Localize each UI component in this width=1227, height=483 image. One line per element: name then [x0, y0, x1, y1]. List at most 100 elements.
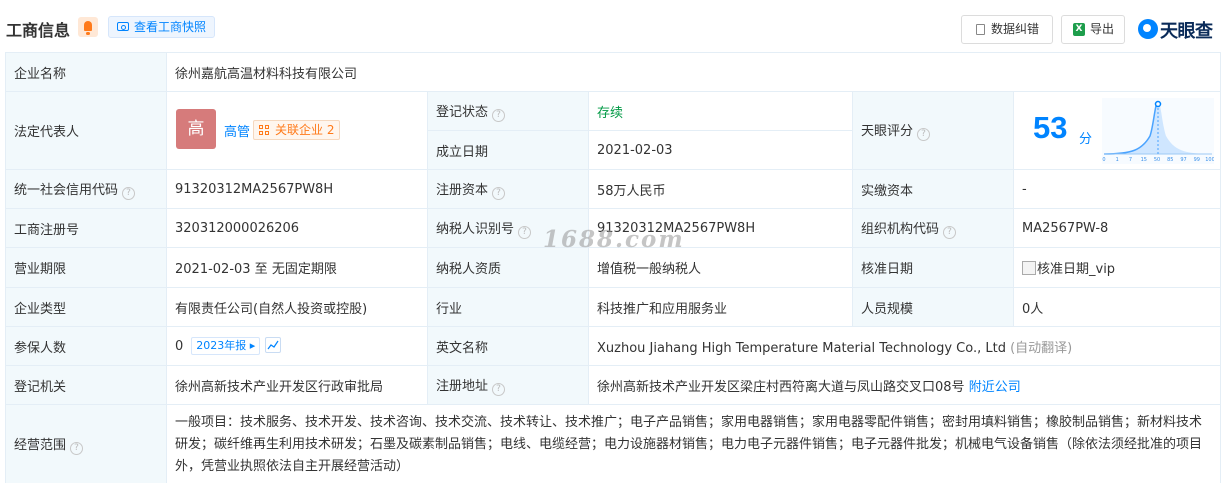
- english-name-text: Xuzhou Jiahang High Temperature Material…: [597, 340, 1006, 356]
- document-icon: [976, 24, 985, 35]
- score-axis-tick: 50: [1154, 157, 1160, 163]
- credit-code-value: 91320312MA2567PW8H: [166, 169, 428, 209]
- table-row: 工商注册号 320312000026206 纳税人识别号? 91320312MA…: [5, 208, 1222, 248]
- reg-capital-label: 注册资本?: [427, 169, 589, 209]
- nearby-companies-link[interactable]: 附近公司: [969, 380, 1021, 395]
- score-axis-tick: 15: [1141, 157, 1147, 163]
- reg-authority-label: 登记机关: [5, 365, 167, 405]
- reg-status-value: 存续: [588, 91, 853, 131]
- taxpayer-qual-label: 纳税人资质: [427, 247, 589, 288]
- company-name-value: 徐州嘉航高温材料科技有限公司: [165, 52, 1222, 92]
- export-button[interactable]: X 导出: [1061, 15, 1125, 44]
- reg-authority-value: 徐州高新技术产业开发区行政审批局: [166, 365, 428, 405]
- taxpayer-qual-value: 增值税一般纳税人: [588, 247, 853, 288]
- reg-address-value: 徐州高新技术产业开发区梁庄村西符离大道与凤山路交叉口08号 附近公司: [587, 365, 1222, 405]
- org-code-value: MA2567PW-8: [1012, 208, 1222, 248]
- score-axis-tick: 7: [1129, 157, 1132, 163]
- help-icon[interactable]: ?: [492, 186, 506, 200]
- approval-date-alt: 核准日期_vip: [1037, 262, 1116, 277]
- score-axis-tick: 0: [1102, 157, 1105, 163]
- legal-rep-cell: 高 高管 关联企业 2: [166, 91, 428, 170]
- taxpayer-id-label: 纳税人识别号?: [427, 208, 589, 248]
- table-row: 统一社会信用代码? 91320312MA2567PW8H 注册资本? 58万人民…: [5, 169, 1222, 209]
- view-snapshot-button[interactable]: 查看工商快照: [108, 16, 215, 38]
- score-axis-tick: 1: [1116, 157, 1119, 163]
- company-type-label: 企业类型: [5, 287, 167, 327]
- table-row: 经营范围? 一般项目：技术服务、技术开发、技术咨询、技术交流、技术转让、技术推广…: [5, 404, 1222, 483]
- snapshot-label: 查看工商快照: [134, 20, 207, 34]
- credit-code-label: 统一社会信用代码?: [5, 169, 167, 209]
- table-row: 登记机关 徐州高新技术产业开发区行政审批局 注册地址? 徐州高新技术产业开发区梁…: [5, 365, 1222, 405]
- help-icon[interactable]: ?: [122, 186, 136, 200]
- taxpayer-id-value: 91320312MA2567PW8H: [588, 208, 853, 248]
- scope-label: 经营范围?: [5, 404, 167, 483]
- table-row: 法定代表人 高 高管 关联企业 2 登记状态? 存续 天眼评分? 53 分 0 …: [5, 91, 1222, 170]
- term-label: 营业期限: [5, 247, 167, 288]
- staff-size-label: 人员规模: [852, 287, 1014, 327]
- company-type-value: 有限责任公司(自然人投资或控股): [166, 287, 428, 327]
- english-name-label: 英文名称: [427, 326, 589, 366]
- score-axis-tick: 97: [1180, 157, 1186, 163]
- reg-capital-value: 58万人民币: [588, 169, 853, 209]
- score-value: 53: [1033, 110, 1068, 145]
- table-row: 企业类型 有限责任公司(自然人投资或控股) 行业 科技推广和应用服务业 人员规模…: [5, 287, 1222, 327]
- help-icon[interactable]: ?: [518, 225, 532, 239]
- excel-icon: X: [1073, 23, 1085, 36]
- bell-icon[interactable]: [78, 17, 98, 37]
- export-label: 导出: [1090, 22, 1115, 36]
- industry-value: 科技推广和应用服务业: [588, 287, 853, 327]
- table-row: 参保人数 0 2023年报 ▸ 英文名称 Xuzhou Jiahang High …: [5, 326, 1222, 366]
- reg-address-text: 徐州高新技术产业开发区梁庄村西符离大道与凤山路交叉口08号: [597, 379, 965, 395]
- score-distribution-curve: 0 1 7 15 50 85 97 99 100: [1102, 98, 1214, 164]
- tianyan-score-label: 天眼评分?: [852, 91, 1014, 170]
- score-axis-tick: 85: [1167, 157, 1173, 163]
- trend-chart-icon[interactable]: [265, 337, 282, 353]
- business-info-table: 企业名称 徐州嘉航高温材料科技有限公司 法定代表人 高 高管 关联企业 2 登记…: [5, 52, 1222, 483]
- section-header: 工商信息 查看工商快照 数据纠错 X 导出 天眼查: [0, 0, 1227, 52]
- biz-reg-no-value: 320312000026206: [166, 208, 428, 248]
- table-row: 企业名称 徐州嘉航高温材料科技有限公司: [5, 52, 1222, 92]
- org-code-label: 组织机构代码?: [852, 208, 1014, 248]
- score-unit: 分: [1079, 132, 1093, 147]
- score-axis-tick: 100: [1205, 157, 1214, 163]
- insured-value: 0 2023年报 ▸: [166, 326, 428, 366]
- broken-image-icon: [1022, 261, 1036, 275]
- annual-report-badge[interactable]: 2023年报 ▸: [191, 337, 261, 355]
- tianyan-score-cell[interactable]: 53 分 0 1 7 15 50 85 97 99 100: [1012, 91, 1222, 170]
- help-icon[interactable]: ?: [70, 442, 84, 455]
- reg-address-label: 注册地址?: [427, 365, 589, 405]
- logo-mark-icon: [1138, 19, 1158, 39]
- section-title: 工商信息: [6, 21, 71, 40]
- auto-translate-note: (自动翻译): [1010, 340, 1073, 356]
- avatar[interactable]: 高: [176, 109, 216, 149]
- help-icon[interactable]: ?: [917, 128, 931, 141]
- term-value: 2021-02-03 至 无固定期限: [166, 247, 428, 288]
- help-icon[interactable]: ?: [943, 225, 957, 239]
- staff-size-value: 0人: [1012, 287, 1222, 327]
- established-label: 成立日期: [427, 130, 589, 170]
- scope-value: 一般项目：技术服务、技术开发、技术咨询、技术交流、技术转让、技术推广；电子产品销…: [165, 404, 1222, 483]
- data-correction-button[interactable]: 数据纠错: [961, 15, 1053, 44]
- paid-capital-value: -: [1012, 169, 1222, 209]
- related-label: 关联企业 2: [275, 123, 335, 137]
- table-row: 营业期限 2021-02-03 至 无固定期限 纳税人资质 增值税一般纳税人 核…: [5, 247, 1222, 288]
- logo-text: 天眼查: [1160, 21, 1213, 42]
- help-icon[interactable]: ?: [492, 382, 506, 396]
- established-value: 2021-02-03: [588, 130, 853, 170]
- camera-icon: [117, 22, 129, 31]
- network-icon: [259, 125, 270, 136]
- insured-label: 参保人数: [5, 326, 167, 366]
- help-icon[interactable]: ?: [492, 108, 506, 122]
- related-companies-badge[interactable]: 关联企业 2: [253, 120, 341, 140]
- legal-rep-label: 法定代表人: [5, 91, 167, 170]
- reg-status-label: 登记状态?: [427, 91, 589, 131]
- paid-capital-label: 实缴资本: [852, 169, 1014, 209]
- biz-reg-no-label: 工商注册号: [5, 208, 167, 248]
- legal-rep-name-link[interactable]: 高管: [224, 121, 250, 140]
- insured-count: 0: [175, 339, 184, 354]
- correction-label: 数据纠错: [991, 22, 1040, 36]
- approval-date-value: 核准日期_vip: [1012, 247, 1222, 288]
- industry-label: 行业: [427, 287, 589, 327]
- company-name-label: 企业名称: [5, 52, 167, 92]
- score-axis-tick: 99: [1194, 157, 1200, 163]
